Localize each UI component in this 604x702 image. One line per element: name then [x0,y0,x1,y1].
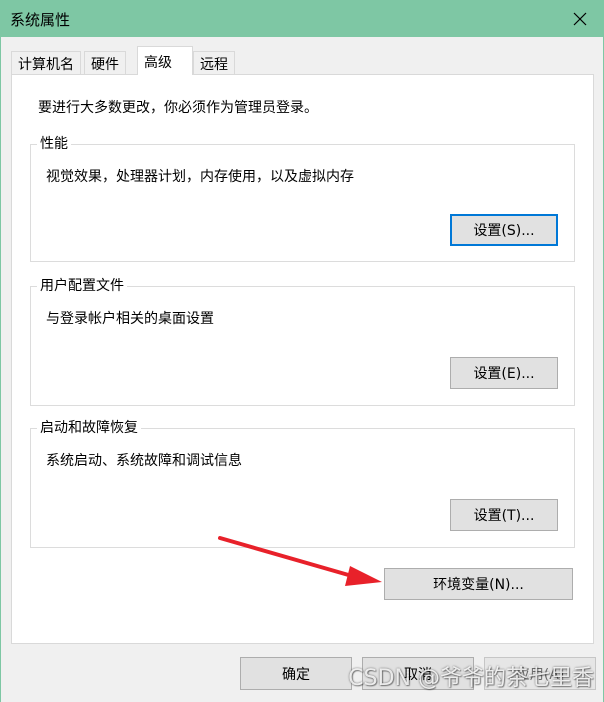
tab-computer-name[interactable]: 计算机名 [11,51,81,74]
group-startup-recovery: 启动和故障恢复 系统启动、系统故障和调试信息 设置(T)... [30,419,575,548]
performance-settings-button[interactable]: 设置(S)... [450,214,558,246]
close-button[interactable] [556,0,604,37]
title-bar[interactable]: 系统属性 [0,0,604,37]
watermark: CSDN @爷爷的茶七里香 [348,666,594,691]
performance-description: 视觉效果，处理器计划，内存使用，以及虚拟内存 [46,169,354,185]
admin-note: 要进行大多数更改，你必须作为管理员登录。 [38,100,318,116]
ok-button[interactable]: 确定 [240,657,352,690]
close-icon [573,12,587,25]
group-title-user-profiles: 用户配置文件 [37,277,127,295]
user-profiles-settings-button[interactable]: 设置(E)... [450,357,558,389]
tab-hardware[interactable]: 硬件 [84,51,126,74]
startup-recovery-description: 系统启动、系统故障和调试信息 [46,453,242,469]
tab-remote[interactable]: 远程 [193,51,235,74]
tab-advanced[interactable]: 高级 [137,46,193,75]
window-border [0,37,1,702]
environment-variables-button[interactable]: 环境变量(N)... [384,568,573,600]
user-profiles-description: 与登录帐户相关的桌面设置 [46,311,214,327]
group-title-startup-recovery: 启动和故障恢复 [37,419,141,437]
startup-recovery-settings-button[interactable]: 设置(T)... [450,499,558,531]
window-title: 系统属性 [10,11,71,29]
group-title-performance: 性能 [37,135,71,153]
group-user-profiles: 用户配置文件 与登录帐户相关的桌面设置 设置(E)... [30,277,575,406]
group-performance: 性能 视觉效果，处理器计划，内存使用，以及虚拟内存 设置(S)... [30,135,575,262]
